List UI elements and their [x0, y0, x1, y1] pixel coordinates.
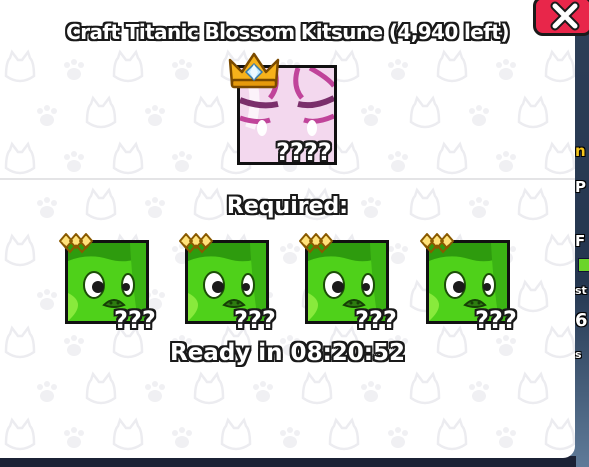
background-paw-pattern — [496, 427, 516, 448]
close-icon — [550, 1, 580, 31]
background-paw-pattern — [388, 243, 408, 264]
background-paw-pattern — [517, 372, 549, 405]
required-heading: Required: — [226, 194, 349, 219]
background-paw-pattern — [301, 372, 333, 405]
background-paw-pattern — [544, 234, 575, 267]
background-paw-pattern — [496, 59, 516, 80]
background-paw-pattern — [409, 372, 441, 405]
ready-timer: Ready in 08:20:52 — [170, 340, 405, 366]
background-paw-pattern — [220, 418, 252, 451]
background-paw-pattern — [193, 96, 225, 129]
gem-badge-icon — [179, 233, 213, 254]
background-paw-pattern — [145, 381, 165, 402]
gem-badge-icon — [59, 233, 93, 254]
background-paw-pattern — [544, 418, 575, 451]
background-paw-pattern — [4, 234, 36, 267]
background-paw-pattern — [361, 381, 381, 402]
background-paw-pattern — [37, 289, 57, 310]
required-item-hidden-label: ??? — [475, 306, 517, 334]
background-paw-pattern — [517, 96, 549, 129]
background-paw-pattern — [112, 142, 144, 175]
bg-text-fragment: P — [575, 178, 586, 196]
background-paw-pattern — [388, 59, 408, 80]
background-paw-pattern — [388, 151, 408, 172]
background-paw-pattern — [64, 59, 84, 80]
bg-text-fragment: st — [575, 284, 587, 297]
background-paw-pattern — [4, 418, 36, 451]
background-paw-pattern — [145, 105, 165, 126]
background-paw-pattern — [64, 427, 84, 448]
background-paw-pattern — [4, 50, 36, 83]
background-paw-pattern — [253, 381, 273, 402]
divider — [0, 178, 575, 180]
background-paw-pattern — [172, 427, 192, 448]
background-paw-pattern — [409, 96, 441, 129]
background-paw-pattern — [112, 418, 144, 451]
background-paw-pattern — [328, 418, 360, 451]
bg-text-fragment: s — [575, 348, 582, 361]
background-paw-pattern — [4, 142, 36, 175]
background-paw-pattern — [37, 105, 57, 126]
background-paw-pattern — [37, 381, 57, 402]
background-paw-pattern — [172, 59, 192, 80]
background-paw-pattern — [496, 151, 516, 172]
background-paw-pattern — [64, 151, 84, 172]
close-button[interactable] — [533, 0, 589, 36]
background-paw-pattern — [112, 50, 144, 83]
background-paw-pattern — [436, 50, 468, 83]
required-item-hidden-label: ??? — [355, 306, 397, 334]
background-paw-pattern — [469, 381, 489, 402]
background-paw-pattern — [436, 418, 468, 451]
crown-icon — [228, 52, 280, 89]
bg-text-fragment: n — [575, 142, 586, 160]
gem-badge-icon — [420, 233, 454, 254]
background-paw-pattern — [172, 151, 192, 172]
background-paw-pattern — [280, 427, 300, 448]
background-paw-pattern — [436, 142, 468, 175]
craft-dialog: Craft Titanic Blossom Kitsune (4,940 lef… — [0, 0, 575, 458]
background-paw-pattern — [193, 372, 225, 405]
gem-badge-icon — [299, 233, 333, 254]
required-item-hidden-label: ??? — [234, 306, 276, 334]
background-paw-pattern — [469, 105, 489, 126]
background-paw-pattern — [85, 96, 117, 129]
background-paw-pattern — [544, 50, 575, 83]
background-paw-pattern — [517, 280, 549, 313]
bg-text-fragment: 6 — [575, 310, 588, 331]
background-paw-pattern — [361, 105, 381, 126]
craft-title: Craft Titanic Blossom Kitsune (4,940 lef… — [66, 20, 509, 44]
required-item-hidden-label: ??? — [114, 306, 156, 334]
bg-text-fragment: F — [575, 232, 586, 250]
bg-progress-bar — [578, 258, 589, 272]
background-paw-pattern — [388, 427, 408, 448]
background-paw-pattern — [544, 142, 575, 175]
result-hidden-label: ???? — [276, 138, 332, 166]
background-paw-pattern — [85, 372, 117, 405]
